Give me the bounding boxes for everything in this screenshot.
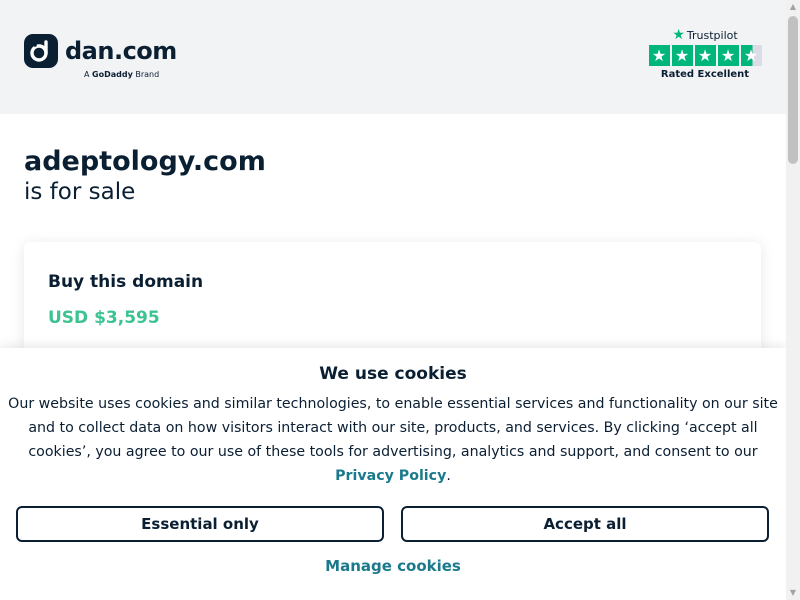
scroll-down-arrow-icon[interactable]: ▼ [786, 586, 800, 600]
cookie-text-end: . [446, 468, 451, 484]
domain-name: adeptology.com [24, 146, 266, 177]
dan-logo-icon [24, 34, 58, 68]
privacy-policy-link[interactable]: Privacy Policy [335, 468, 446, 484]
essential-only-button[interactable]: Essential only [16, 506, 384, 542]
accept-all-button[interactable]: Accept all [401, 506, 769, 542]
scroll-thumb[interactable] [788, 16, 798, 164]
star-icon: ★ [694, 45, 716, 66]
half-star-icon: ★ [740, 45, 762, 66]
cookie-buttons: Essential only Accept all [16, 506, 769, 542]
star-icon: ★ [717, 45, 739, 66]
trustpilot-label: Trustpilot [686, 28, 738, 42]
cookie-text: Our website uses cookies and similar tec… [8, 392, 778, 488]
trustpilot-star-icon: ★ [672, 27, 685, 43]
cookie-title: We use cookies [319, 364, 467, 384]
brand-suffix: Brand [135, 70, 160, 79]
dan-logo[interactable]: dan.com [24, 34, 177, 68]
header: dan.com A GoDaddy Brand ★ Trustpilot ★ ★… [0, 0, 786, 114]
vertical-scrollbar[interactable]: ▲ ▼ [786, 0, 800, 600]
godaddy-brand-line: A GoDaddy Brand [84, 70, 159, 79]
scroll-up-arrow-icon[interactable]: ▲ [786, 0, 800, 14]
trustpilot-rating: Rated Excellent [660, 69, 750, 80]
buy-card-title: Buy this domain [48, 272, 204, 292]
logo-text: dan.com [65, 37, 177, 65]
brand-prefix: A [84, 70, 90, 79]
trustpilot-stars: ★ ★ ★ ★ ★ [648, 45, 762, 66]
star-icon: ★ [648, 45, 670, 66]
godaddy-wordmark: GoDaddy [92, 70, 133, 79]
cookie-body: Our website uses cookies and similar tec… [8, 396, 778, 460]
manage-cookies-link[interactable]: Manage cookies [0, 557, 786, 575]
star-icon: ★ [671, 45, 693, 66]
page: dan.com A GoDaddy Brand ★ Trustpilot ★ ★… [0, 0, 786, 600]
trustpilot-widget[interactable]: ★ Trustpilot ★ ★ ★ ★ ★ Rated Excellent [648, 28, 762, 80]
cookie-banner: We use cookies Our website uses cookies … [0, 348, 786, 600]
buy-price: USD $3,595 [48, 308, 160, 328]
for-sale-subtitle: is for sale [24, 179, 136, 205]
trustpilot-title: ★ Trustpilot [648, 28, 762, 42]
